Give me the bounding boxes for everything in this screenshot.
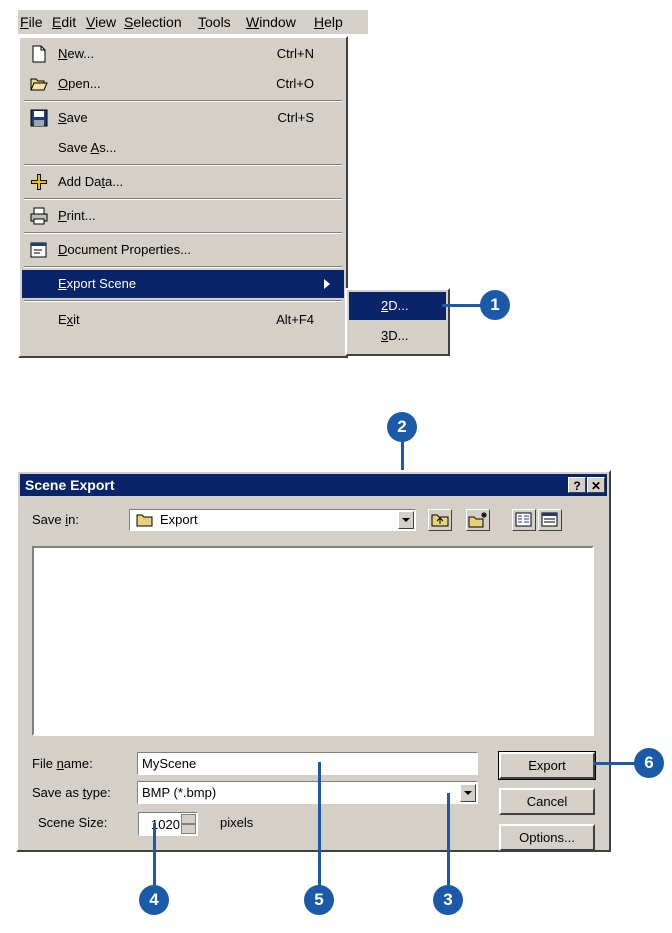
save-in-dropdown-arrow-icon[interactable] — [398, 511, 414, 529]
callout-leader-line — [442, 304, 482, 307]
scene-size-unit: pixels — [220, 815, 254, 830]
callout-2: 2 — [387, 412, 417, 442]
spin-down-icon[interactable] — [181, 824, 196, 834]
menu-selection[interactable]: Selection — [124, 14, 182, 30]
dialog-title: Scene Export — [25, 477, 115, 493]
scene-size-spinbox[interactable]: 1020 — [138, 812, 198, 836]
list-view-icon — [515, 512, 532, 527]
file-name-value: MyScene — [142, 756, 197, 771]
menu-view[interactable]: View — [86, 14, 116, 30]
callout-5: 5 — [304, 885, 334, 915]
submenu-item-2d[interactable]: 2D... — [349, 292, 446, 320]
up-one-level-button[interactable] — [428, 509, 452, 531]
menu-help[interactable]: Help — [314, 14, 343, 30]
callout-6: 6 — [634, 748, 664, 778]
export-scene-submenu: 2D... 3D... — [345, 288, 450, 356]
callout-leader-line — [318, 762, 321, 888]
shortcut-save: Ctrl+S — [277, 110, 314, 125]
dialog-title-bar: Scene Export ? ✕ — [20, 474, 607, 496]
details-view-icon — [541, 512, 558, 527]
spin-up-icon[interactable] — [181, 814, 196, 824]
file-menu-dropdown: New... Ctrl+N Open... Ctrl+O Save Ctrl+S… — [18, 36, 348, 358]
export-button[interactable]: Export — [498, 751, 596, 780]
menu-edit[interactable]: Edit — [52, 14, 76, 30]
save-as-type-select[interactable]: BMP (*.bmp) — [137, 781, 478, 804]
file-name-label: File name: — [32, 756, 93, 771]
callout-4: 4 — [139, 885, 169, 915]
shortcut-exit: Alt+F4 — [276, 312, 314, 327]
menu-file[interactable]: File — [20, 14, 43, 30]
up-folder-icon — [431, 514, 449, 527]
help-button[interactable]: ? — [568, 477, 586, 493]
open-folder-icon — [30, 78, 48, 91]
file-name-input[interactable]: MyScene — [137, 752, 478, 775]
menu-item-exit[interactable]: Exit Alt+F4 — [22, 306, 344, 334]
details-view-button[interactable] — [538, 509, 562, 531]
callout-leader-line — [447, 793, 450, 888]
menu-item-new[interactable]: New... Ctrl+N — [22, 40, 344, 68]
menu-item-add-data[interactable]: Add Data... — [22, 168, 344, 196]
menu-item-open[interactable]: Open... Ctrl+O — [22, 70, 344, 98]
callout-leader-line — [153, 823, 156, 888]
cancel-button[interactable]: Cancel — [499, 788, 595, 815]
close-button[interactable]: ✕ — [587, 477, 605, 493]
new-document-icon — [32, 45, 46, 63]
menu-item-print[interactable]: Print... — [22, 202, 344, 230]
submenu-arrow-icon — [324, 279, 330, 289]
file-list-area[interactable] — [32, 546, 594, 736]
save-as-type-value: BMP (*.bmp) — [142, 785, 217, 800]
menu-item-export-scene[interactable]: Export Scene — [22, 270, 344, 298]
menu-item-save-as[interactable]: Save As... — [22, 134, 344, 162]
save-as-type-label: Save as type: — [32, 785, 111, 800]
create-new-folder-button[interactable] — [466, 509, 490, 531]
menu-separator — [24, 100, 342, 102]
shortcut-new: Ctrl+N — [276, 46, 314, 61]
menu-item-save[interactable]: Save Ctrl+S — [22, 104, 344, 132]
scene-size-label: Scene Size: — [38, 815, 108, 830]
scene-export-dialog: Scene Export ? ✕ Save in: Export File na… — [16, 470, 611, 852]
options-button[interactable]: Options... — [499, 824, 595, 851]
save-in-label: Save in: — [32, 512, 79, 527]
menu-separator — [24, 300, 342, 302]
shortcut-open: Ctrl+O — [276, 76, 314, 91]
menu-window[interactable]: Window — [246, 14, 296, 30]
menu-bar: File Edit View Selection Tools Window He… — [18, 10, 368, 34]
save-as-type-dropdown-arrow-icon[interactable] — [460, 784, 476, 802]
floppy-disk-icon — [30, 109, 48, 127]
menu-separator — [24, 266, 342, 268]
save-in-value: Export — [160, 512, 198, 527]
menu-separator — [24, 198, 342, 200]
menu-separator — [24, 232, 342, 234]
folder-icon — [136, 514, 153, 527]
printer-icon — [30, 207, 48, 225]
save-in-combobox[interactable]: Export — [129, 509, 416, 531]
document-properties-icon — [30, 242, 47, 258]
new-folder-icon — [468, 512, 487, 528]
callout-leader-line — [593, 762, 637, 765]
add-data-icon — [31, 174, 47, 190]
menu-tools[interactable]: Tools — [198, 14, 231, 30]
callout-1: 1 — [480, 290, 510, 320]
callout-3: 3 — [433, 885, 463, 915]
menu-item-document-properties[interactable]: Document Properties... — [22, 236, 344, 264]
list-view-button[interactable] — [512, 509, 536, 531]
menu-separator — [24, 164, 342, 166]
submenu-item-3d[interactable]: 3D... — [349, 322, 446, 350]
